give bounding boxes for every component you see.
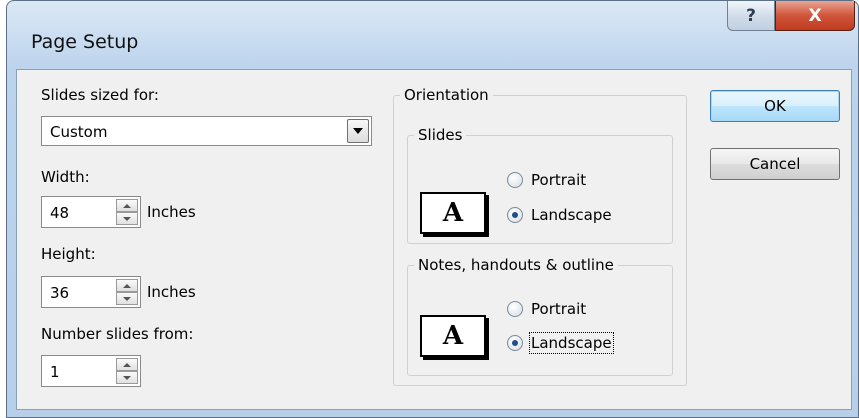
number-slides-from-spinner: 1 — [41, 355, 141, 387]
number-increment-button[interactable] — [116, 358, 138, 371]
radio-unchecked-icon — [507, 301, 523, 317]
slides-portrait-radio[interactable]: Portrait — [507, 171, 586, 189]
arrow-up-icon — [123, 203, 131, 208]
height-value: 36 — [50, 284, 70, 302]
height-spin-buttons — [116, 279, 138, 305]
notes-portrait-label: Portrait — [531, 300, 587, 318]
cancel-button[interactable]: Cancel — [710, 148, 840, 180]
close-button[interactable]: X — [775, 1, 855, 31]
close-icon: X — [808, 5, 822, 26]
arrow-down-icon — [123, 216, 131, 221]
arrow-up-icon — [123, 283, 131, 288]
title-bar: Page Setup ? X — [7, 1, 858, 69]
slides-legend: Slides — [418, 126, 463, 144]
width-input[interactable]: 48 — [41, 196, 141, 228]
arrow-down-icon — [123, 296, 131, 301]
radio-checked-icon — [507, 335, 523, 351]
width-label: Width: — [41, 168, 90, 186]
height-input[interactable]: 36 — [41, 276, 141, 308]
number-decrement-button[interactable] — [116, 371, 138, 384]
width-spinner: 48 Inches — [41, 196, 241, 228]
page-icon-letter: A — [442, 198, 464, 228]
notes-landscape-label: Landscape — [529, 332, 614, 354]
slides-sized-for-value: Custom — [50, 123, 108, 141]
radio-unchecked-icon — [507, 172, 523, 188]
slides-landscape-label: Landscape — [531, 206, 612, 224]
notes-landscape-radio[interactable]: Landscape — [507, 332, 614, 354]
arrow-up-icon — [123, 362, 131, 367]
height-decrement-button[interactable] — [116, 292, 138, 305]
width-unit: Inches — [147, 203, 196, 221]
height-label: Height: — [41, 245, 96, 263]
notes-legend: Notes, handouts & outline — [418, 256, 614, 274]
slides-portrait-label: Portrait — [531, 171, 587, 189]
help-button[interactable]: ? — [727, 1, 775, 31]
number-slides-from-value: 1 — [50, 363, 60, 381]
height-spinner: 36 Inches — [41, 276, 241, 308]
slides-sized-for-select[interactable]: Custom — [41, 116, 372, 146]
height-increment-button[interactable] — [116, 279, 138, 292]
page-setup-dialog: Page Setup ? X Slides sized for: Custom … — [6, 0, 859, 418]
width-value: 48 — [50, 204, 70, 222]
landscape-page-icon: A — [420, 192, 486, 234]
ok-button[interactable]: OK — [710, 90, 840, 122]
number-slides-from-input[interactable]: 1 — [41, 355, 141, 387]
help-icon: ? — [746, 5, 756, 26]
slides-landscape-radio[interactable]: Landscape — [507, 206, 612, 224]
number-spin-buttons — [116, 358, 138, 384]
notes-portrait-radio[interactable]: Portrait — [507, 300, 586, 318]
arrow-down-icon — [123, 375, 131, 380]
dialog-title: Page Setup — [31, 31, 139, 53]
width-decrement-button[interactable] — [116, 212, 138, 225]
slides-sized-for-label: Slides sized for: — [41, 86, 159, 104]
dialog-body: Slides sized for: Custom Width: 48 Inche… — [16, 69, 852, 410]
radio-checked-icon — [507, 207, 523, 223]
width-increment-button[interactable] — [116, 199, 138, 212]
width-spin-buttons — [116, 199, 138, 225]
chevron-down-icon — [353, 128, 363, 134]
page-icon-letter: A — [442, 321, 464, 351]
orientation-legend: Orientation — [404, 86, 489, 104]
dropdown-button[interactable] — [347, 119, 369, 143]
number-slides-from-label: Number slides from: — [41, 325, 194, 343]
landscape-page-icon: A — [420, 315, 486, 357]
height-unit: Inches — [147, 283, 196, 301]
